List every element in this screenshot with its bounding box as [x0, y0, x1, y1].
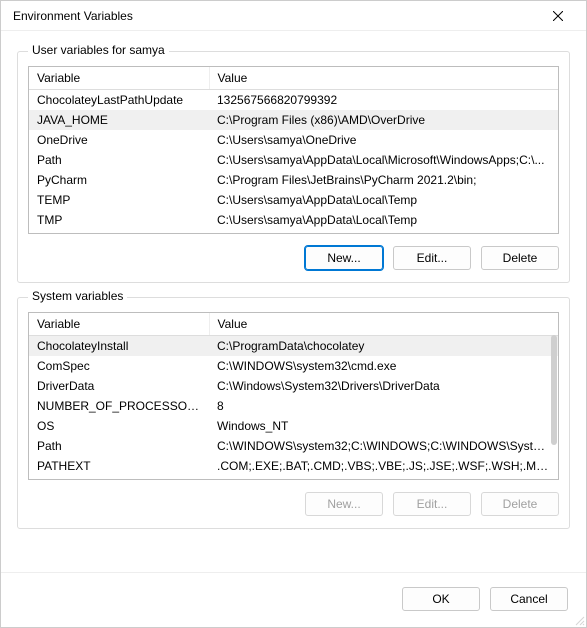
table-row[interactable]: PyCharmC:\Program Files\JetBrains\PyChar…: [29, 170, 558, 190]
window-title: Environment Variables: [13, 9, 133, 23]
col-header-variable[interactable]: Variable: [29, 313, 209, 336]
system-new-button[interactable]: New...: [305, 492, 383, 516]
table-row[interactable]: NUMBER_OF_PROCESSORS8: [29, 396, 558, 416]
col-header-variable[interactable]: Variable: [29, 67, 209, 90]
cell-value: C:\Users\samya\AppData\Local\Microsoft\W…: [209, 150, 558, 170]
user-delete-button[interactable]: Delete: [481, 246, 559, 270]
table-row[interactable]: TEMPC:\Users\samya\AppData\Local\Temp: [29, 190, 558, 210]
cell-variable: JAVA_HOME: [29, 110, 209, 130]
user-variables-table[interactable]: Variable Value ChocolateyLastPathUpdate1…: [29, 67, 558, 230]
cell-variable: PyCharm: [29, 170, 209, 190]
resize-grip[interactable]: [573, 614, 585, 626]
dialog-footer: OK Cancel: [1, 572, 586, 627]
cell-value: C:\Users\samya\AppData\Local\Temp: [209, 190, 558, 210]
cell-variable: Path: [29, 436, 209, 456]
cell-value: C:\ProgramData\chocolatey: [209, 336, 558, 357]
table-row[interactable]: JAVA_HOMEC:\Program Files (x86)\AMD\Over…: [29, 110, 558, 130]
cell-variable: DriverData: [29, 376, 209, 396]
table-row[interactable]: PATHEXT.COM;.EXE;.BAT;.CMD;.VBS;.VBE;.JS…: [29, 456, 558, 476]
cell-variable: Path: [29, 150, 209, 170]
table-row[interactable]: PathC:\Users\samya\AppData\Local\Microso…: [29, 150, 558, 170]
cell-variable: PATHEXT: [29, 456, 209, 476]
cell-variable: NUMBER_OF_PROCESSORS: [29, 396, 209, 416]
system-buttons-row: New... Edit... Delete: [28, 492, 559, 516]
col-header-value[interactable]: Value: [209, 313, 558, 336]
cell-value: C:\Windows\System32\Drivers\DriverData: [209, 376, 558, 396]
table-row[interactable]: ChocolateyInstallC:\ProgramData\chocolat…: [29, 336, 558, 357]
system-variables-label: System variables: [28, 289, 127, 303]
table-row[interactable]: DriverDataC:\Windows\System32\Drivers\Dr…: [29, 376, 558, 396]
user-variables-table-wrap: Variable Value ChocolateyLastPathUpdate1…: [28, 66, 559, 234]
cell-value: 8: [209, 396, 558, 416]
cancel-button[interactable]: Cancel: [490, 587, 568, 611]
cell-variable: ChocolateyInstall: [29, 336, 209, 357]
cell-value: C:\Program Files\JetBrains\PyCharm 2021.…: [209, 170, 558, 190]
system-variables-group: System variables Variable Value Chocolat…: [17, 297, 570, 529]
cell-value: 132567566820799392: [209, 90, 558, 111]
cell-variable: TMP: [29, 210, 209, 230]
cell-variable: TEMP: [29, 190, 209, 210]
user-variables-label: User variables for samya: [28, 43, 169, 57]
dialog-content: User variables for samya Variable Value …: [1, 31, 586, 560]
cell-value: C:\WINDOWS\system32;C:\WINDOWS;C:\WINDOW…: [209, 436, 558, 456]
table-header-row: Variable Value: [29, 67, 558, 90]
ok-button[interactable]: OK: [402, 587, 480, 611]
table-row[interactable]: PathC:\WINDOWS\system32;C:\WINDOWS;C:\WI…: [29, 436, 558, 456]
user-edit-button[interactable]: Edit...: [393, 246, 471, 270]
system-variables-table-wrap: Variable Value ChocolateyInstallC:\Progr…: [28, 312, 559, 480]
environment-variables-dialog: Environment Variables User variables for…: [0, 0, 587, 628]
close-icon: [553, 8, 563, 24]
cell-value: Windows_NT: [209, 416, 558, 436]
cell-value: C:\Program Files (x86)\AMD\OverDrive: [209, 110, 558, 130]
cell-value: .COM;.EXE;.BAT;.CMD;.VBS;.VBE;.JS;.JSE;.…: [209, 456, 558, 476]
table-row[interactable]: OneDriveC:\Users\samya\OneDrive: [29, 130, 558, 150]
scrollbar-thumb[interactable]: [551, 335, 557, 445]
cell-variable: OS: [29, 416, 209, 436]
close-button[interactable]: [538, 2, 578, 30]
table-header-row: Variable Value: [29, 313, 558, 336]
table-row[interactable]: ComSpecC:\WINDOWS\system32\cmd.exe: [29, 356, 558, 376]
user-new-button[interactable]: New...: [305, 246, 383, 270]
cell-value: C:\Users\samya\AppData\Local\Temp: [209, 210, 558, 230]
system-edit-button[interactable]: Edit...: [393, 492, 471, 516]
cell-value: C:\Users\samya\OneDrive: [209, 130, 558, 150]
table-row[interactable]: TMPC:\Users\samya\AppData\Local\Temp: [29, 210, 558, 230]
cell-variable: ComSpec: [29, 356, 209, 376]
user-buttons-row: New... Edit... Delete: [28, 246, 559, 270]
col-header-value[interactable]: Value: [209, 67, 558, 90]
system-delete-button[interactable]: Delete: [481, 492, 559, 516]
user-variables-group: User variables for samya Variable Value …: [17, 51, 570, 283]
titlebar: Environment Variables: [1, 1, 586, 31]
table-row[interactable]: ChocolateyLastPathUpdate1325675668207993…: [29, 90, 558, 111]
system-variables-table[interactable]: Variable Value ChocolateyInstallC:\Progr…: [29, 313, 558, 476]
table-row[interactable]: OSWindows_NT: [29, 416, 558, 436]
cell-variable: ChocolateyLastPathUpdate: [29, 90, 209, 111]
cell-variable: OneDrive: [29, 130, 209, 150]
cell-value: C:\WINDOWS\system32\cmd.exe: [209, 356, 558, 376]
